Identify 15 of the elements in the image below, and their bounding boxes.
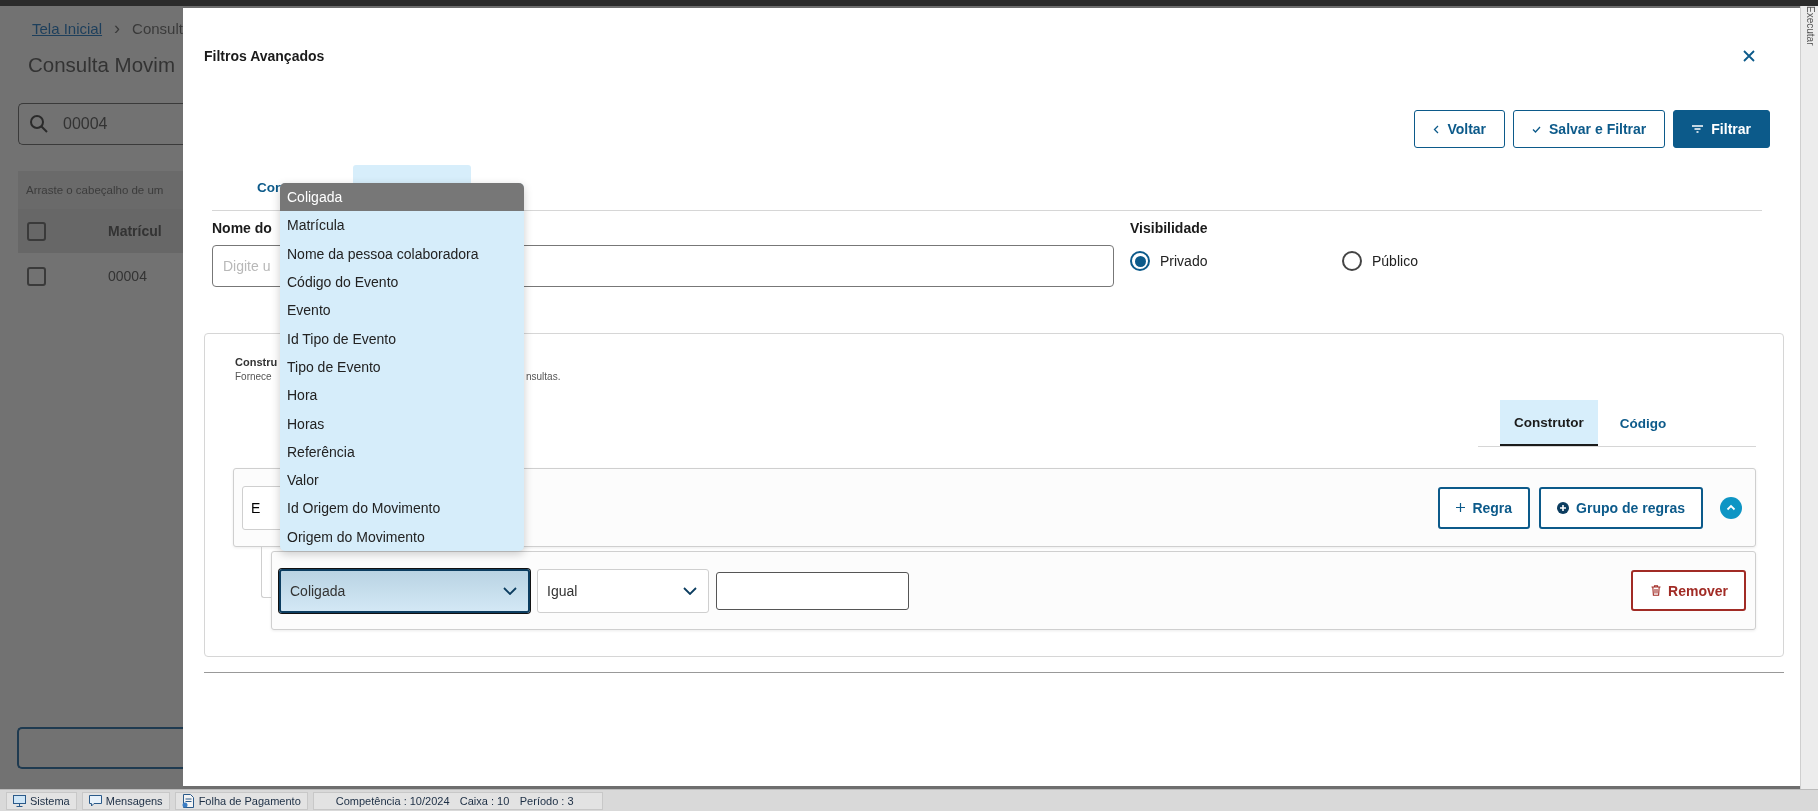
radio-label: Privado	[1160, 253, 1208, 269]
card-description: nsultas.	[526, 371, 561, 382]
field-label: Nome do	[212, 220, 272, 238]
card-title: Constru	[235, 356, 278, 368]
status-text: Caixa : 10	[459, 794, 511, 807]
table-cell: 00004	[108, 268, 147, 284]
dialog-title: Filtros Avançados	[204, 48, 325, 64]
chevron-icon: ›	[114, 18, 121, 39]
field-label: Visibilidade	[1130, 220, 1208, 238]
page-title: Consulta Movim	[28, 53, 175, 77]
card-description: Fornece	[235, 371, 272, 382]
status-text: Competência : 10/2024	[335, 794, 451, 807]
breadcrumb-item: Consult	[132, 20, 183, 37]
status-text: Período : 3	[519, 794, 574, 807]
radio-label: Público	[1372, 253, 1418, 269]
